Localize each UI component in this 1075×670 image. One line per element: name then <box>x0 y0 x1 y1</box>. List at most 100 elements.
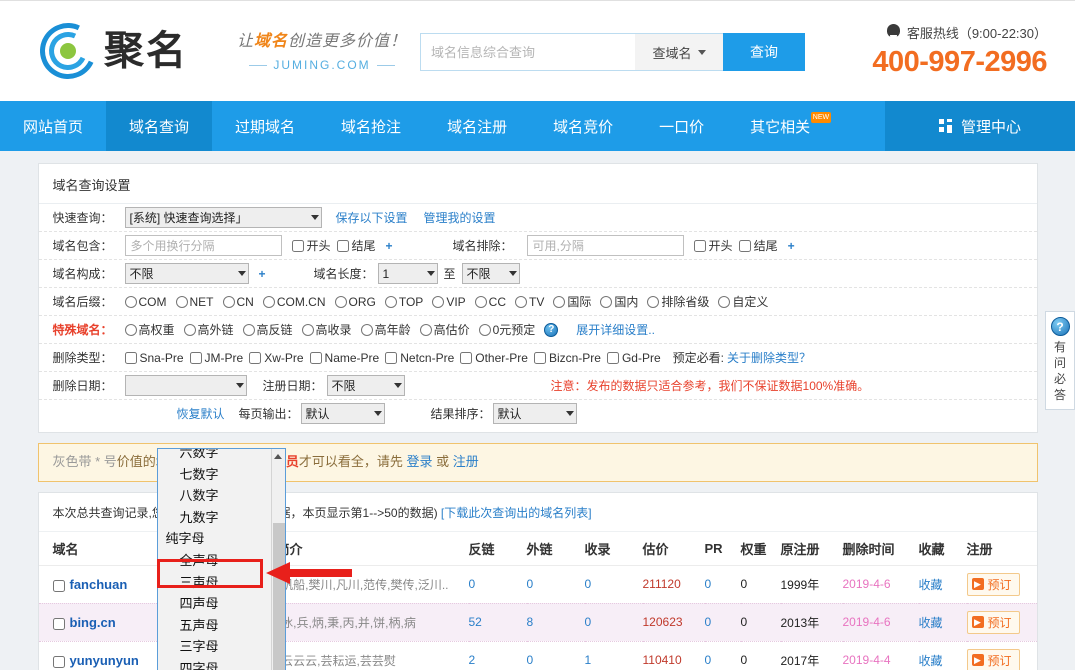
suffix-option-radio[interactable] <box>600 296 612 308</box>
cell-register[interactable]: ▶预订 <box>967 565 1037 603</box>
row-select-checkbox[interactable] <box>53 656 65 668</box>
sort-select[interactable]: 默认 <box>493 403 577 424</box>
search-type-select[interactable]: 查域名 <box>635 33 723 71</box>
scrollbar-thumb[interactable] <box>273 523 285 670</box>
deltype-option-3[interactable]: Name-Pre <box>310 351 380 365</box>
suffix-option-2[interactable]: CN <box>223 295 254 309</box>
deltype-option-checkbox[interactable] <box>125 352 137 364</box>
nav-item-fixed-price[interactable]: 一口价 <box>636 101 727 151</box>
save-settings-link[interactable]: 保存以下设置 <box>336 209 408 226</box>
domain-length-to-select[interactable]: 不限 <box>462 263 520 284</box>
suffix-option-radio[interactable] <box>263 296 275 308</box>
col-reg[interactable]: 原注册 <box>781 532 843 566</box>
dropdown-item[interactable]: 全声母 <box>158 550 271 572</box>
delete-date-select[interactable] <box>125 375 247 396</box>
search-input[interactable] <box>420 33 635 71</box>
special-option-radio[interactable] <box>125 324 137 336</box>
special-option-6[interactable]: 0元预定 <box>479 321 536 338</box>
dropdown-item[interactable]: 四字母 <box>158 658 271 670</box>
col-weight[interactable]: 权重 <box>741 532 781 566</box>
deltype-option-checkbox[interactable] <box>249 352 261 364</box>
book-button[interactable]: ▶预订 <box>967 649 1020 670</box>
nav-item-domain-search[interactable]: 域名查询 <box>106 101 212 151</box>
special-option-4[interactable]: 高年龄 <box>361 321 411 338</box>
exclude-add-button[interactable]: + <box>788 239 795 253</box>
nav-item-domain-auction[interactable]: 域名竞价 <box>530 101 636 151</box>
dropdown-scrollbar[interactable] <box>271 449 285 670</box>
deltype-option-5[interactable]: Other-Pre <box>460 351 528 365</box>
row-select-checkbox[interactable] <box>53 580 65 592</box>
suffix-option-8[interactable]: TV <box>515 295 544 309</box>
register-date-select[interactable]: 不限 <box>327 375 405 396</box>
nav-item-domain-backorder[interactable]: 域名抢注 <box>318 101 424 151</box>
exclude-start-checkbox[interactable]: 开头 <box>694 237 733 254</box>
deltype-option-checkbox[interactable] <box>190 352 202 364</box>
expand-detail-link[interactable]: 展开详细设置.. <box>576 321 655 338</box>
suffix-option-radio[interactable] <box>223 296 235 308</box>
dropdown-item[interactable]: 三字母 <box>158 636 271 658</box>
suffix-option-radio[interactable] <box>176 296 188 308</box>
deltype-option-checkbox[interactable] <box>385 352 397 364</box>
col-pr[interactable]: PR <box>705 532 741 566</box>
suffix-option-11[interactable]: 排除省级 <box>647 293 709 310</box>
suffix-option-12[interactable]: 自定义 <box>718 293 768 310</box>
dropdown-item[interactable]: 纯字母 <box>158 528 271 550</box>
nav-item-expired-domain[interactable]: 过期域名 <box>212 101 318 151</box>
cell-favorite[interactable]: 收藏 <box>919 603 967 641</box>
domain-compose-dropdown[interactable]: 六数字七数字八数字九数字纯字母全声母三声母四声母五声母三字母四字母是拼音单拼双拼… <box>157 448 286 670</box>
suffix-option-radio[interactable] <box>647 296 659 308</box>
suffix-option-radio[interactable] <box>432 296 444 308</box>
suffix-option-radio[interactable] <box>475 296 487 308</box>
scroll-up-icon[interactable] <box>272 449 285 463</box>
quick-query-select[interactable]: [系统] 快速查询选择」 <box>125 207 322 228</box>
domain-compose-select[interactable]: 不限 <box>125 263 249 284</box>
special-option-radio[interactable] <box>243 324 255 336</box>
dropdown-item[interactable]: 四声母 <box>158 593 271 615</box>
special-option-5[interactable]: 高估价 <box>420 321 470 338</box>
suffix-option-radio[interactable] <box>335 296 347 308</box>
register-link[interactable]: 注册 <box>453 454 479 469</box>
dropdown-item[interactable]: 八数字 <box>158 485 271 507</box>
col-indexed[interactable]: 收录 <box>585 532 643 566</box>
row-select-checkbox[interactable] <box>53 618 65 630</box>
book-button[interactable]: ▶预订 <box>967 611 1020 634</box>
special-option-radio[interactable] <box>361 324 373 336</box>
nav-item-domain-register[interactable]: 域名注册 <box>424 101 530 151</box>
suffix-option-4[interactable]: ORG <box>335 295 376 309</box>
dropdown-item[interactable]: 三声母 <box>158 572 271 594</box>
download-list-link[interactable]: [下载此次查询出的域名列表] <box>441 506 592 520</box>
suffix-option-0[interactable]: COM <box>125 295 167 309</box>
cell-favorite[interactable]: 收藏 <box>919 565 967 603</box>
special-option-radio[interactable] <box>420 324 432 336</box>
deltype-option-checkbox[interactable] <box>607 352 619 364</box>
compose-add-button[interactable]: + <box>259 267 266 281</box>
deltype-option-checkbox[interactable] <box>310 352 322 364</box>
suffix-option-3[interactable]: COM.CN <box>263 295 326 309</box>
special-option-2[interactable]: 高反链 <box>243 321 293 338</box>
suffix-option-radio[interactable] <box>385 296 397 308</box>
help-float-widget[interactable]: ? 有问必答 <box>1045 311 1075 410</box>
question-icon[interactable]: ? <box>544 323 558 337</box>
special-option-0[interactable]: 高权重 <box>125 321 175 338</box>
special-option-3[interactable]: 高收录 <box>302 321 352 338</box>
suffix-option-9[interactable]: 国际 <box>553 293 591 310</box>
suffix-option-radio[interactable] <box>125 296 137 308</box>
col-price[interactable]: 估价 <box>643 532 705 566</box>
dropdown-item[interactable]: 七数字 <box>158 464 271 486</box>
suffix-option-1[interactable]: NET <box>176 295 214 309</box>
special-option-radio[interactable] <box>479 324 491 336</box>
suffix-option-7[interactable]: CC <box>475 295 506 309</box>
site-logo[interactable]: 聚名 <box>40 23 188 79</box>
deltype-option-0[interactable]: Sna-Pre <box>125 351 184 365</box>
suffix-option-5[interactable]: TOP <box>385 295 423 309</box>
suffix-option-radio[interactable] <box>553 296 565 308</box>
login-link[interactable]: 登录 <box>406 454 432 469</box>
special-option-radio[interactable] <box>302 324 314 336</box>
about-delete-type-link[interactable]: 关于删除类型？ <box>727 349 811 366</box>
special-option-1[interactable]: 高外链 <box>184 321 234 338</box>
nav-item-other[interactable]: 其它相关 NEW <box>727 101 833 151</box>
per-page-select[interactable]: 默认 <box>301 403 385 424</box>
exclude-end-checkbox[interactable]: 结尾 <box>739 237 778 254</box>
include-add-button[interactable]: + <box>386 239 393 253</box>
special-option-radio[interactable] <box>184 324 196 336</box>
